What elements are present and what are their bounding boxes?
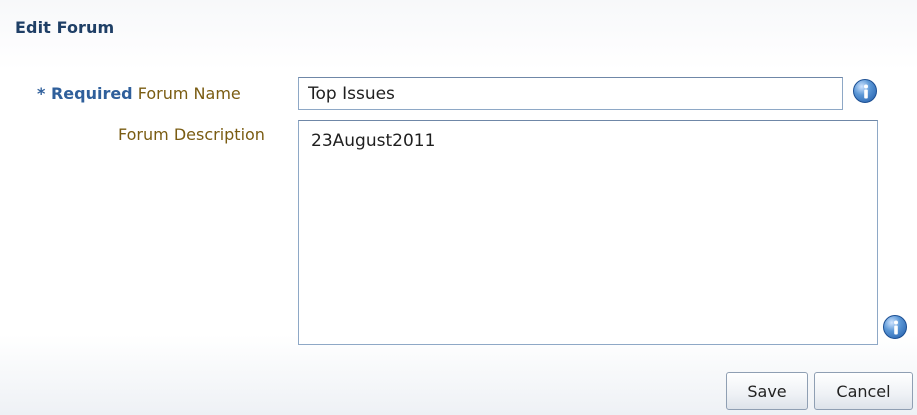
forum-description-textarea[interactable]: 23August2011 [298, 120, 878, 345]
forum-name-label-group: * Required Forum Name [37, 84, 241, 103]
edit-forum-dialog: Edit Forum * Required Forum Name Forum D… [0, 0, 917, 415]
required-marker: * Required [37, 84, 133, 103]
forum-name-label: Forum Name [137, 84, 241, 103]
forum-name-info-icon[interactable] [853, 79, 877, 103]
forum-name-input[interactable] [298, 77, 843, 110]
dialog-title: Edit Forum [15, 18, 115, 37]
forum-description-info-icon[interactable] [883, 315, 907, 339]
forum-description-label: Forum Description [118, 125, 265, 144]
save-button[interactable]: Save [726, 372, 808, 410]
cancel-button[interactable]: Cancel [814, 372, 913, 410]
